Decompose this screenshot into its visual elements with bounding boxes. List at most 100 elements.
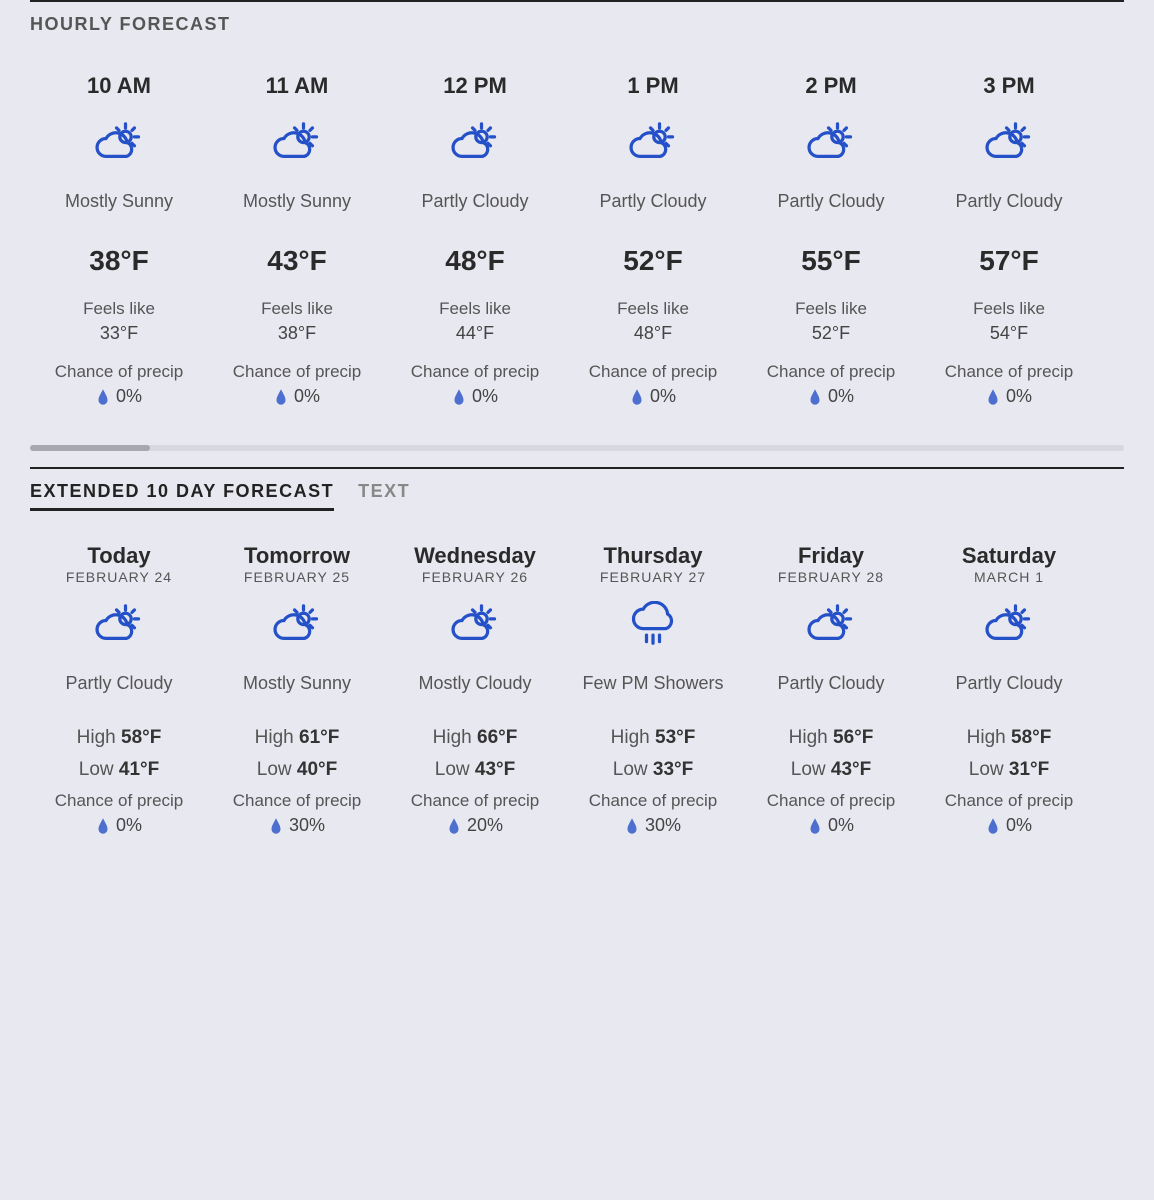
partly-sunny-icon: [805, 119, 857, 171]
precip-label: Chance of precip: [38, 362, 200, 382]
hourly-title: HOURLY FORECAST: [30, 14, 231, 41]
raindrop-icon: [269, 817, 283, 835]
feels-like-label: Feels like: [216, 299, 378, 319]
raindrop-icon: [625, 817, 639, 835]
precip-value: 30%: [289, 815, 325, 836]
day-condition: Partly Cloudy: [928, 673, 1090, 697]
hourly-card[interactable]: 11 AM Mostly Sunny 43°F Feels like 38°F …: [208, 69, 386, 411]
daily-card[interactable]: Tomorrow FEBRUARY 25 Mostly Sunny High 6…: [208, 539, 386, 840]
day-condition: Mostly Sunny: [216, 673, 378, 697]
weather-icon-holder: [394, 599, 556, 655]
partly-sunny-icon: [983, 119, 1035, 171]
precip-row: 0%: [38, 815, 200, 836]
high-temp: High 58°F: [928, 727, 1090, 749]
precip-value: 30%: [645, 815, 681, 836]
precip-label: Chance of precip: [928, 362, 1090, 382]
precip-value: 0%: [1006, 815, 1032, 836]
day-name: Thursday: [572, 543, 734, 569]
feels-like-label: Feels like: [394, 299, 556, 319]
weather-icon-holder: [38, 117, 200, 173]
precip-row: 30%: [216, 815, 378, 836]
hour-temp: 52°F: [572, 245, 734, 277]
hour-condition: Partly Cloudy: [750, 191, 912, 215]
hourly-card[interactable]: 3 PM Partly Cloudy 57°F Feels like 54°F …: [920, 69, 1098, 411]
precip-label: Chance of precip: [394, 362, 556, 382]
precip-value: 0%: [472, 386, 498, 407]
hour-time: 10 AM: [38, 73, 200, 99]
hourly-scroll-row[interactable]: 10 AM Mostly Sunny 38°F Feels like 33°F …: [30, 69, 1124, 411]
raindrop-icon: [447, 817, 461, 835]
precip-row: 0%: [928, 815, 1090, 836]
day-date: FEBRUARY 27: [572, 569, 734, 585]
day-date: FEBRUARY 26: [394, 569, 556, 585]
daily-card[interactable]: Friday FEBRUARY 28 Partly Cloudy High 56…: [742, 539, 920, 840]
hour-time: 12 PM: [394, 73, 556, 99]
hourly-scrollbar[interactable]: [30, 445, 1124, 451]
hourly-card[interactable]: 1 PM Partly Cloudy 52°F Feels like 48°F …: [564, 69, 742, 411]
weather-icon-holder: [38, 599, 200, 655]
day-condition: Partly Cloudy: [38, 673, 200, 697]
daily-card[interactable]: Thursday FEBRUARY 27 Few PM Showers High…: [564, 539, 742, 840]
weather-icon-holder: [750, 599, 912, 655]
weather-icon-holder: [928, 117, 1090, 173]
high-temp: High 66°F: [394, 727, 556, 749]
feels-like-label: Feels like: [928, 299, 1090, 319]
daily-card[interactable]: Saturday MARCH 1 Partly Cloudy High 58°F…: [920, 539, 1098, 840]
precip-row: 0%: [38, 386, 200, 407]
hour-time: 2 PM: [750, 73, 912, 99]
precip-value: 0%: [828, 386, 854, 407]
precip-row: 0%: [216, 386, 378, 407]
day-date: MARCH 1: [928, 569, 1090, 585]
precip-value: 0%: [828, 815, 854, 836]
day-date: FEBRUARY 24: [38, 569, 200, 585]
hour-temp: 48°F: [394, 245, 556, 277]
high-temp: High 53°F: [572, 727, 734, 749]
feels-like-value: 54°F: [928, 323, 1090, 344]
low-temp: Low 43°F: [750, 759, 912, 781]
high-temp: High 61°F: [216, 727, 378, 749]
precip-row: 0%: [394, 386, 556, 407]
raindrop-icon: [452, 388, 466, 406]
hourly-scrollbar-thumb[interactable]: [30, 445, 150, 451]
hourly-card[interactable]: 12 PM Partly Cloudy 48°F Feels like 44°F…: [386, 69, 564, 411]
precip-label: Chance of precip: [216, 362, 378, 382]
tab-extended[interactable]: EXTENDED 10 DAY FORECAST: [30, 481, 334, 511]
hour-time: 3 PM: [928, 73, 1090, 99]
hourly-card[interactable]: 10 AM Mostly Sunny 38°F Feels like 33°F …: [30, 69, 208, 411]
extended-forecast-section: EXTENDED 10 DAY FORECAST TEXT Today FEBR…: [30, 467, 1124, 860]
weather-icon-holder: [928, 599, 1090, 655]
partly-sunny-icon: [271, 601, 323, 653]
high-temp: High 56°F: [750, 727, 912, 749]
day-name: Wednesday: [394, 543, 556, 569]
partly-sunny-icon: [271, 119, 323, 171]
daily-card[interactable]: Today FEBRUARY 24 Partly Cloudy High 58°…: [30, 539, 208, 840]
tab-text[interactable]: TEXT: [358, 481, 410, 511]
hour-condition: Partly Cloudy: [394, 191, 556, 215]
partly-sunny-icon: [93, 119, 145, 171]
day-name: Tomorrow: [216, 543, 378, 569]
day-date: FEBRUARY 25: [216, 569, 378, 585]
hour-time: 11 AM: [216, 73, 378, 99]
precip-value: 0%: [116, 815, 142, 836]
precip-value: 20%: [467, 815, 503, 836]
extended-tabs: EXTENDED 10 DAY FORECAST TEXT: [30, 481, 1124, 519]
hourly-card[interactable]: 2 PM Partly Cloudy 55°F Feels like 52°F …: [742, 69, 920, 411]
day-condition: Partly Cloudy: [750, 673, 912, 697]
feels-like-label: Feels like: [572, 299, 734, 319]
hour-temp: 57°F: [928, 245, 1090, 277]
low-temp: Low 43°F: [394, 759, 556, 781]
raindrop-icon: [808, 388, 822, 406]
extended-scroll-row[interactable]: Today FEBRUARY 24 Partly Cloudy High 58°…: [30, 539, 1124, 840]
precip-label: Chance of precip: [216, 791, 378, 811]
raindrop-icon: [96, 817, 110, 835]
daily-card[interactable]: Wednesday FEBRUARY 26 Mostly Cloudy High…: [386, 539, 564, 840]
hour-condition: Mostly Sunny: [216, 191, 378, 215]
feels-like-label: Feels like: [38, 299, 200, 319]
partly-sunny-icon: [627, 119, 679, 171]
high-temp: High 58°F: [38, 727, 200, 749]
precip-label: Chance of precip: [750, 791, 912, 811]
partly-sunny-icon: [449, 601, 501, 653]
precip-label: Chance of precip: [928, 791, 1090, 811]
precip-label: Chance of precip: [394, 791, 556, 811]
low-temp: Low 31°F: [928, 759, 1090, 781]
